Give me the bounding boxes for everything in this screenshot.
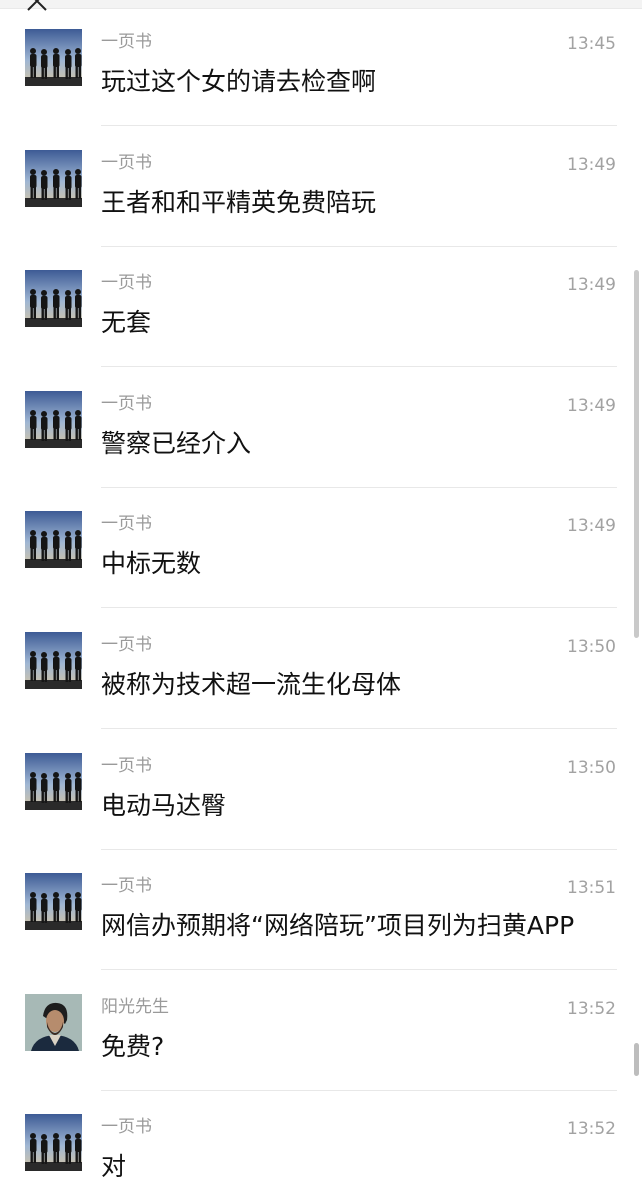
message-time: 13:49 [567,154,616,175]
avatar-group-silhouette[interactable] [25,270,82,328]
avatar-man-portrait[interactable] [25,993,82,1051]
message-divider [101,848,617,850]
message-time: 13:49 [567,395,616,416]
message-text: 中标无数 [101,549,202,579]
sender-name[interactable]: 一页书 [101,32,152,52]
avatar-group-silhouette[interactable] [25,390,82,448]
message-item[interactable]: 一页书 13:49 王者和和平精英免费陪玩 [0,149,642,270]
message-time: 13:52 [567,998,616,1019]
message-text: 网信办预期将“网络陪玩”项目列为扫黄APP [101,911,575,941]
message-item[interactable]: 一页书 13:51 网信办预期将“网络陪玩”项目列为扫黄APP [0,872,642,993]
message-time: 13:51 [567,878,616,899]
message-divider [101,607,617,609]
sender-name[interactable]: 一页书 [101,1117,152,1137]
sender-name[interactable]: 一页书 [101,756,152,776]
avatar-group-silhouette[interactable] [25,873,82,931]
message-text: 对 [101,1152,127,1182]
message-text: 电动马达臀 [101,790,227,820]
message-divider [101,125,617,126]
scrollbar-thumb[interactable] [634,270,639,638]
scrollbar-thumb-secondary[interactable] [634,1043,639,1076]
sender-name[interactable]: 一页书 [101,394,152,414]
message-item[interactable]: 一页书 13:52 对 [0,1113,642,1200]
top-bar [0,0,642,9]
message-text: 免费? [101,1031,165,1061]
sender-name[interactable]: 一页书 [101,514,152,534]
message-time: 13:50 [567,637,616,657]
message-text: 无套 [101,308,152,338]
message-text: 警察已经介入 [101,428,252,458]
message-time: 13:52 [567,1119,616,1140]
message-divider [101,366,617,368]
sender-name[interactable]: 一页书 [101,635,152,655]
message-item[interactable]: 一页书 13:45 玩过这个女的请去检查啊 [0,28,642,149]
close-icon [27,0,47,11]
message-time: 13:49 [567,275,616,296]
avatar-group-silhouette[interactable] [25,632,82,689]
message-item[interactable]: 一页书 13:49 警察已经介入 [0,390,642,511]
message-time: 13:50 [567,757,616,778]
sender-name[interactable]: 阳光先生 [101,997,169,1017]
avatar-group-silhouette[interactable] [25,511,82,569]
close-button[interactable] [22,0,52,16]
message-item[interactable]: 一页书 13:49 中标无数 [0,510,642,631]
scrollbar[interactable] [632,0,642,1200]
message-text: 玩过这个女的请去检查啊 [101,67,377,96]
sender-name[interactable]: 一页书 [101,153,152,173]
message-text: 王者和和平精英免费陪玩 [101,187,377,217]
avatar-group-silhouette[interactable] [25,29,82,86]
message-item[interactable]: 一页书 13:50 电动马达臀 [0,752,642,873]
message-time: 13:49 [567,516,616,537]
message-item[interactable]: 阳光先生 13:52 免费? [0,993,642,1114]
message-divider [101,245,617,247]
message-divider [101,486,617,488]
message-divider [101,1089,617,1091]
message-item[interactable]: 一页书 13:49 无套 [0,269,642,390]
message-divider [101,969,617,971]
message-divider [101,728,617,729]
sender-name[interactable]: 一页书 [101,876,152,896]
message-time: 13:45 [567,34,616,54]
chat-history-screen: 一页书 13:45 玩过这个女的请去检查啊 一页书 13:49 王者和和平精英免费陪玩 一页… [0,0,642,1200]
avatar-group-silhouette[interactable] [25,752,82,810]
avatar-group-silhouette[interactable] [25,149,82,207]
avatar-group-silhouette[interactable] [25,1114,82,1172]
sender-name[interactable]: 一页书 [101,273,152,293]
message-text: 被称为技术超一流生化母体 [101,670,402,699]
message-item[interactable]: 一页书 13:50 被称为技术超一流生化母体 [0,631,642,752]
